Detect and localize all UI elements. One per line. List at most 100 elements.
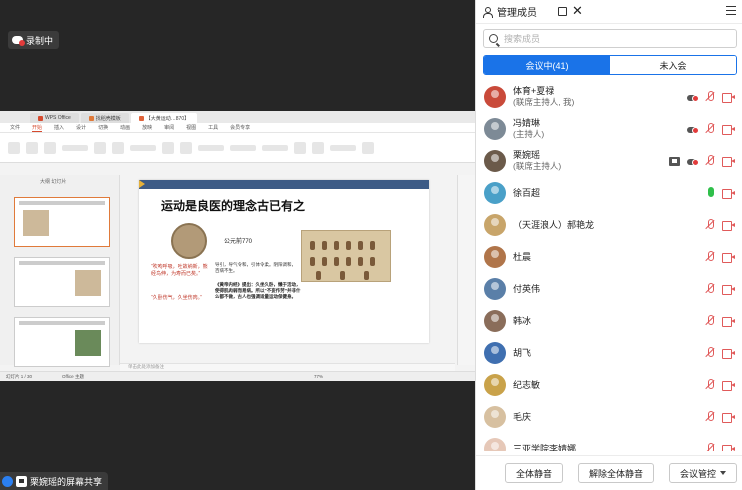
cloud-record-icon[interactable] (687, 93, 699, 102)
slide-title: 运动是良医的理念古已有之 (161, 199, 306, 213)
unmute-all-button[interactable]: 解除全体静音 (578, 463, 655, 483)
current-slide: 运动是良医的理念古已有之 公元前770 “吹呴呼吸，吐故纳新，熊经鸟伸，为寿而已… (139, 180, 429, 343)
slide-notes: 单击此处添加备注 (120, 363, 455, 371)
member-row[interactable]: 纪志敏 (476, 369, 742, 401)
member-row[interactable]: 冯婧琳 (主持人) (476, 113, 742, 145)
avatar (484, 374, 506, 396)
slide-daoyin-picture (301, 230, 391, 282)
avatar (484, 182, 506, 204)
member-role: (主持人) (513, 129, 545, 139)
wps-tab-home: WPS Office (30, 113, 79, 123)
member-row[interactable]: 韩冰 (476, 305, 742, 337)
mic-muted-icon[interactable] (705, 219, 715, 231)
popout-icon[interactable] (558, 7, 567, 16)
panel-footer: 全体静音 解除全体静音 会议管控 (476, 455, 742, 490)
mic-muted-icon[interactable] (705, 283, 715, 295)
member-row[interactable]: 毛庆 (476, 401, 742, 433)
chevron-down-icon (720, 471, 727, 475)
recording-label: 录制中 (26, 35, 54, 46)
avatar (484, 214, 506, 236)
shared-wps-window: WPS Office 找稻壳模板 【大黄运动…870】 文件 开始 插入 设计 … (0, 111, 475, 381)
menu-icon[interactable] (726, 6, 736, 15)
camera-off-icon[interactable] (722, 412, 735, 423)
recording-indicator[interactable]: 录制中 (8, 31, 60, 49)
member-list[interactable]: 体育+夏禄 (联席主持人, 我) 冯婧琳 (主持人) 栗婉瑶 (联席主持人) 徐百超 （天涯浪… (476, 81, 742, 451)
wps-tab-template: 找稻壳模板 (80, 113, 129, 123)
mic-muted-icon[interactable] (705, 411, 715, 423)
camera-off-icon[interactable] (722, 156, 735, 167)
member-row[interactable]: 栗婉瑶 (联席主持人) (476, 145, 742, 177)
avatar (484, 246, 506, 268)
tab-in-meeting[interactable]: 会议中(41) (484, 56, 610, 74)
member-name: 徐百超 (513, 187, 541, 198)
camera-off-icon[interactable] (722, 284, 735, 295)
meeting-control-label: 会议管控 (680, 468, 717, 479)
tab-not-joined[interactable]: 未入会 (610, 56, 736, 74)
screen-share-indicator[interactable]: 栗婉瑶的屏幕共享 (0, 472, 109, 490)
camera-off-icon[interactable] (722, 348, 735, 359)
mic-muted-icon[interactable] (705, 443, 715, 451)
screen-share-label: 栗婉瑶的屏幕共享 (30, 476, 103, 487)
member-name: 付英伟 (513, 283, 541, 294)
shared-screen-area: 录制中 WPS Office 找稻壳模板 【大黄运动…870】 文件 开始 插入… (0, 0, 475, 490)
member-name: 纪志敏 (513, 379, 541, 390)
mic-muted-icon[interactable] (705, 379, 715, 391)
wps-statusbar: 幻灯片 1 / 30 Office 主题 77% (0, 371, 475, 381)
mic-muted-icon[interactable] (705, 123, 715, 135)
member-search[interactable] (483, 29, 737, 48)
avatar (484, 86, 506, 108)
member-name: 三亚学院李婧娜 (513, 443, 577, 452)
member-row[interactable]: 付英伟 (476, 273, 742, 305)
member-name: 杜晨 (513, 251, 532, 262)
avatar (484, 406, 506, 428)
cloud-record-icon[interactable] (687, 157, 699, 166)
member-row[interactable]: 三亚学院李婧娜 (476, 433, 742, 451)
member-row[interactable]: （天涯浪人）郝艳龙 (476, 209, 742, 241)
screen-share-icon[interactable] (669, 156, 680, 166)
mic-muted-icon[interactable] (705, 251, 715, 263)
member-row[interactable]: 胡飞 (476, 337, 742, 369)
search-icon (489, 34, 498, 43)
camera-off-icon[interactable] (722, 380, 735, 391)
mute-all-button[interactable]: 全体静音 (505, 463, 564, 483)
member-name: 韩冰 (513, 315, 532, 326)
members-icon (482, 6, 493, 18)
camera-off-icon[interactable] (722, 124, 735, 135)
avatar (484, 150, 506, 172)
camera-off-icon[interactable] (722, 92, 735, 103)
wps-side-toolbar (457, 175, 475, 365)
member-tabs: 会议中(41) 未入会 (483, 55, 737, 75)
mic-muted-icon[interactable] (705, 155, 715, 167)
slide-medal-image (171, 223, 207, 259)
member-role: (联席主持人, 我) (513, 97, 575, 107)
member-row[interactable]: 体育+夏禄 (联席主持人, 我) (476, 81, 742, 113)
cloud-record-icon[interactable] (687, 125, 699, 134)
search-input[interactable] (504, 33, 704, 44)
camera-off-icon[interactable] (722, 188, 735, 199)
mic-muted-icon[interactable] (705, 315, 715, 327)
mic-muted-icon[interactable] (705, 347, 715, 359)
member-role: (联席主持人) (513, 161, 562, 171)
wps-ribbon (0, 133, 475, 163)
avatar (484, 278, 506, 300)
avatar (484, 342, 506, 364)
close-icon[interactable]: ✕ (572, 3, 583, 19)
camera-off-icon[interactable] (722, 444, 735, 451)
wps-tab-doc: 【大黄运动…870】 (130, 113, 198, 123)
mic-muted-icon[interactable] (705, 91, 715, 103)
slide-year: 公元前770 (224, 239, 253, 245)
wps-menubar: 文件 开始 插入 设计 切换 动画 放映 审阅 视图 工具 会员专享 (0, 123, 475, 133)
camera-off-icon[interactable] (722, 220, 735, 231)
member-name: 体育+夏禄 (513, 86, 555, 96)
panel-title: 管理成员 (497, 8, 537, 19)
member-row[interactable]: 徐百超 (476, 177, 742, 209)
template-icon (88, 115, 94, 121)
camera-off-icon[interactable] (722, 252, 735, 263)
cloud-record-icon (12, 36, 25, 46)
member-row[interactable]: 杜晨 (476, 241, 742, 273)
camera-off-icon[interactable] (722, 316, 735, 327)
screen-share-icon (16, 475, 27, 487)
mic-active-icon[interactable] (705, 187, 715, 199)
panel-header: 管理成员 ✕ (476, 0, 742, 24)
meeting-control-button[interactable]: 会议管控 (669, 463, 738, 483)
